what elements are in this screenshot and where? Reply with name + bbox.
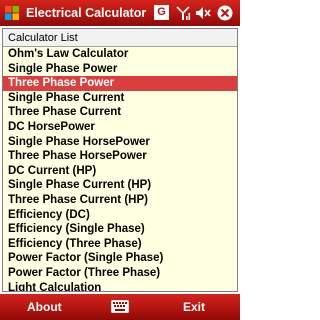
app-title: Electrical Calculator <box>26 6 147 20</box>
list-item[interactable]: Three Phase Power <box>3 76 237 91</box>
list-item[interactable]: Three Phase Current <box>3 105 237 120</box>
list-item[interactable]: Single Phase HorsePower <box>3 135 237 150</box>
softkey-bar: About Exit <box>0 294 240 320</box>
windows-logo-icon[interactable] <box>4 5 20 21</box>
g-badge-icon: G <box>154 5 169 20</box>
list-item[interactable]: DC HorsePower <box>3 120 237 135</box>
exit-button[interactable]: Exit <box>183 294 205 320</box>
list-item[interactable]: DC Current (HP) <box>3 164 237 179</box>
volume-icon[interactable] <box>194 4 212 22</box>
signal-icon[interactable] <box>175 4 191 22</box>
keyboard-icon[interactable] <box>111 300 129 313</box>
list-item[interactable]: Three Phase HorsePower <box>3 149 237 164</box>
list-item[interactable]: Efficiency (Single Phase) <box>3 222 237 237</box>
main-content: Calculator List Ohm's Law Calculator Sing… <box>0 26 240 294</box>
title-bar: Electrical Calculator G <box>0 0 240 26</box>
list-item[interactable]: Single Phase Current (HP) <box>3 178 237 193</box>
list-item[interactable]: Three Phase Current (HP) <box>3 193 237 208</box>
list-item[interactable]: Single Phase Current <box>3 91 237 106</box>
calculator-list[interactable]: Calculator List Ohm's Law Calculator Sing… <box>2 28 238 292</box>
list-item[interactable]: Single Phase Power <box>3 62 237 77</box>
list-item[interactable]: Ohm's Law Calculator <box>3 47 237 62</box>
list-item[interactable]: Power Factor (Single Phase) <box>3 251 237 266</box>
list-item[interactable]: Light Calculation <box>3 281 237 292</box>
close-icon[interactable] <box>216 4 234 22</box>
about-button[interactable]: About <box>27 294 62 320</box>
list-body: Ohm's Law Calculator Single Phase Power Th… <box>3 47 237 292</box>
app-screen: Electrical Calculator G Calculator List … <box>0 0 240 320</box>
list-item[interactable]: Efficiency (DC) <box>3 208 237 223</box>
list-item[interactable]: Power Factor (Three Phase) <box>3 266 237 281</box>
list-column-header[interactable]: Calculator List <box>3 29 237 47</box>
list-item[interactable]: Efficiency (Three Phase) <box>3 237 237 252</box>
